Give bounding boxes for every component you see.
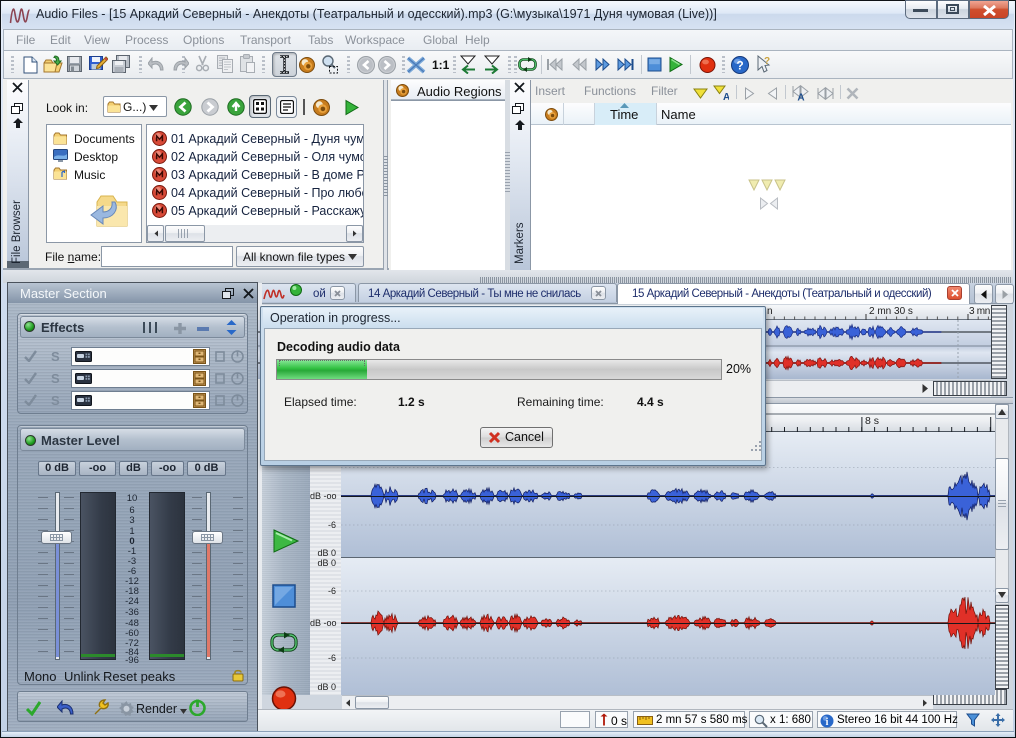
svg-text:A: A xyxy=(797,93,804,102)
svg-text:i: i xyxy=(826,717,829,728)
svg-text:A: A xyxy=(723,92,729,101)
svg-text:?: ? xyxy=(764,56,770,67)
svg-text:?: ? xyxy=(736,59,743,73)
